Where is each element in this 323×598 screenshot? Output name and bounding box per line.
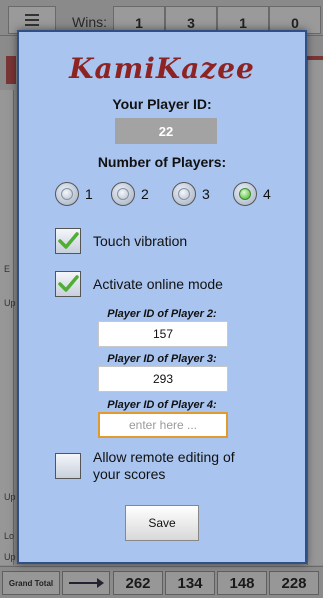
- menu-icon: [25, 14, 39, 16]
- remote-edit-label: Allow remote editing of your scores: [93, 449, 235, 482]
- score-column-right: [307, 60, 323, 565]
- radio-players-1[interactable]: 1: [55, 180, 93, 208]
- app-logo: KamiKazee: [69, 52, 255, 85]
- settings-dialog: KamiKazee Your Player ID: 22 Number of P…: [17, 30, 307, 564]
- side-marker-left: [6, 56, 16, 84]
- player3-id-label: Player ID of Player 3:: [107, 353, 217, 365]
- grand-total-player2: 134: [165, 571, 215, 595]
- grand-total-player1: 262: [113, 571, 163, 595]
- radio-label: 4: [263, 186, 271, 202]
- online-mode-checkbox[interactable]: [55, 271, 81, 297]
- player4-id-placeholder: enter here ...: [128, 418, 198, 432]
- row-label: Up: [4, 552, 16, 562]
- grand-total-label: Grand Total: [2, 571, 60, 595]
- row-label: E: [4, 264, 11, 274]
- remote-edit-checkbox[interactable]: [55, 453, 81, 479]
- online-mode-label: Activate online mode: [93, 275, 223, 292]
- radio-players-3[interactable]: 3: [172, 180, 210, 208]
- radio-players-2[interactable]: 2: [111, 180, 149, 208]
- checkmark-icon: [58, 275, 79, 292]
- save-button[interactable]: Save: [125, 505, 199, 541]
- radio-label: 3: [202, 186, 210, 202]
- radio-label: 2: [141, 186, 149, 202]
- player3-id-input[interactable]: 293: [98, 366, 228, 392]
- grand-total-bar: Grand Total 262 134 148 228: [0, 566, 323, 598]
- touch-vibration-label: Touch vibration: [93, 232, 188, 249]
- remote-edit-option[interactable]: Allow remote editing of your scores: [55, 449, 235, 483]
- radio-label: 1: [85, 186, 93, 202]
- player4-id-label: Player ID of Player 4:: [107, 399, 217, 411]
- num-players-label: Number of Players:: [97, 154, 227, 170]
- player-id-value: 22: [115, 118, 217, 144]
- player2-id-input[interactable]: 157: [98, 321, 228, 347]
- player2-id-label: Player ID of Player 2:: [107, 308, 217, 320]
- player4-id-input[interactable]: enter here ...: [98, 412, 228, 438]
- arrow-right-icon: [62, 571, 110, 595]
- player-id-label: Your Player ID:: [112, 96, 212, 112]
- online-mode-option[interactable]: Activate online mode: [55, 271, 223, 297]
- row-label: Lo: [4, 531, 15, 541]
- radio-button-selected[interactable]: [233, 182, 257, 206]
- touch-vibration-option[interactable]: Touch vibration: [55, 228, 187, 254]
- row-label: Up: [4, 492, 16, 502]
- checkmark-icon: [58, 232, 79, 249]
- radio-button[interactable]: [55, 182, 79, 206]
- row-label: Up: [4, 298, 16, 308]
- radio-button[interactable]: [111, 182, 135, 206]
- grand-total-player3: 148: [217, 571, 267, 595]
- grand-total-player4: 228: [269, 571, 319, 595]
- touch-vibration-checkbox[interactable]: [55, 228, 81, 254]
- radio-players-4[interactable]: 4: [233, 180, 271, 208]
- wins-label: Wins:: [72, 14, 107, 30]
- radio-button[interactable]: [172, 182, 196, 206]
